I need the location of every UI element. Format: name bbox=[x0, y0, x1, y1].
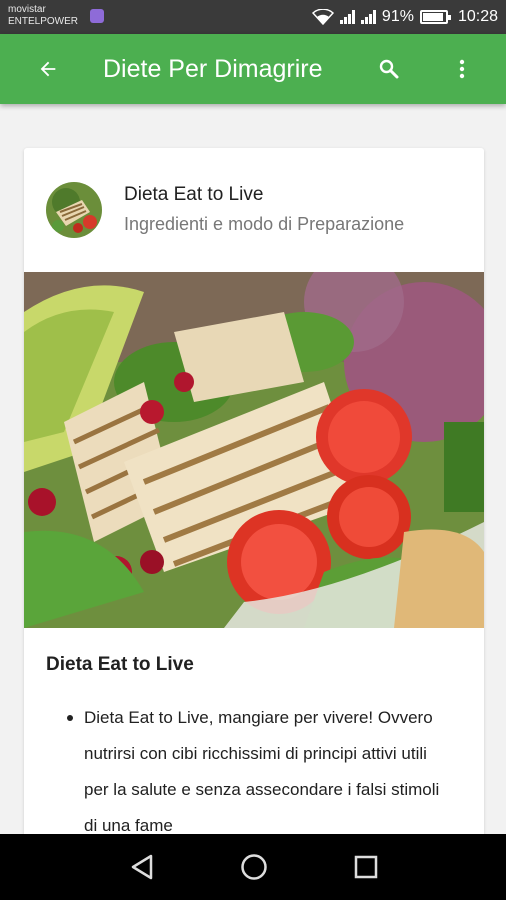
search-button[interactable] bbox=[372, 52, 406, 86]
more-vert-icon bbox=[459, 59, 465, 79]
salad-thumbnail-icon bbox=[46, 182, 102, 238]
page-title: Diete Per Dimagrire bbox=[103, 55, 323, 83]
back-button[interactable] bbox=[28, 52, 68, 86]
carrier-line-1: movistar bbox=[8, 4, 46, 15]
battery-icon bbox=[419, 10, 451, 24]
status-indicators: 91% 10:28 bbox=[311, 0, 498, 34]
nav-home-icon bbox=[241, 854, 267, 880]
system-nav-bar bbox=[0, 834, 506, 900]
nav-recents-icon bbox=[354, 855, 378, 879]
signal-icon-2 bbox=[360, 10, 376, 24]
battery-percent: 91% bbox=[381, 8, 414, 25]
arrow-back-icon bbox=[40, 61, 56, 77]
salad-hero-image bbox=[24, 252, 484, 628]
avatar bbox=[46, 182, 102, 238]
status-bar: movistar ENTELPOWER 91% 10:28 bbox=[0, 0, 506, 34]
notification-app-icon bbox=[90, 9, 104, 23]
nav-back-button[interactable] bbox=[122, 850, 162, 884]
nav-recents-button[interactable] bbox=[346, 850, 386, 884]
carrier-line-2: ENTELPOWER bbox=[8, 16, 79, 27]
list-item: Dieta Eat to Live, mangiare per vivere! … bbox=[67, 700, 444, 844]
description-list: Dieta Eat to Live, mangiare per vivere! … bbox=[67, 700, 444, 844]
carrier-label: movistar ENTELPOWER bbox=[8, 4, 78, 28]
app-bar: Diete Per Dimagrire bbox=[0, 34, 506, 104]
card-subtitle: Ingredienti e modo di Preparazione bbox=[124, 214, 405, 234]
search-icon bbox=[379, 59, 399, 79]
clock: 10:28 bbox=[457, 8, 498, 25]
card-title: Dieta Eat to Live bbox=[124, 184, 264, 205]
nav-back-icon bbox=[131, 854, 153, 880]
section-title: Dieta Eat to Live bbox=[46, 654, 194, 675]
overflow-menu-button[interactable] bbox=[450, 52, 474, 86]
nav-home-button[interactable] bbox=[234, 850, 274, 884]
signal-icon bbox=[339, 10, 355, 24]
wifi-icon bbox=[311, 9, 334, 25]
recipe-card[interactable]: Dieta Eat to Live Ingredienti e modo di … bbox=[24, 148, 484, 848]
